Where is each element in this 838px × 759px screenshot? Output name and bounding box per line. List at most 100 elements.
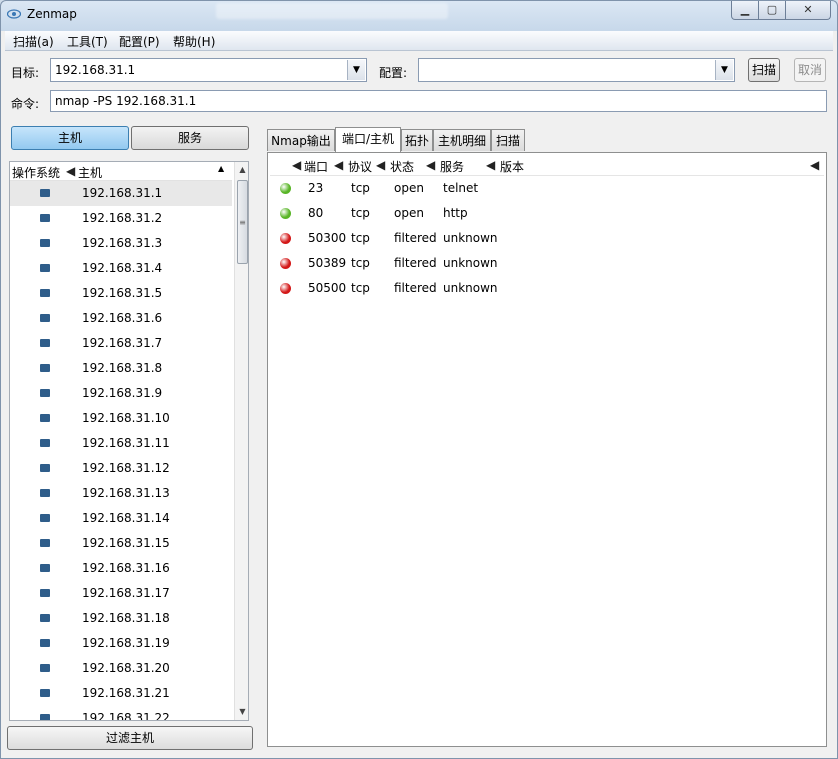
menu-scan[interactable]: 扫描(a) xyxy=(9,33,58,50)
port-port: 80 xyxy=(308,206,324,220)
column-os[interactable]: 操作系统 xyxy=(12,164,60,181)
tab-ports-hosts[interactable]: 端口/主机 xyxy=(335,127,401,153)
host-row[interactable]: 192.168.31.2 xyxy=(10,206,232,231)
host-row[interactable]: 192.168.31.16 xyxy=(10,556,232,581)
profile-combo[interactable]: ▼ xyxy=(418,58,735,82)
filter-hosts-button[interactable]: 过滤主机 xyxy=(7,726,253,750)
port-row[interactable]: 23 tcp open telnet xyxy=(268,177,824,202)
os-unknown-icon xyxy=(40,714,50,720)
menu-profile[interactable]: 配置(P) xyxy=(115,33,164,50)
command-input[interactable]: nmap -PS 192.168.31.1 xyxy=(50,90,827,112)
port-protocol: tcp xyxy=(351,181,370,195)
column-service[interactable]: 服务 xyxy=(440,158,464,175)
tab-topology[interactable]: 拓扑 xyxy=(401,129,433,151)
command-label: 命令: xyxy=(11,97,40,111)
column-state[interactable]: 状态 xyxy=(390,158,414,175)
host-row[interactable]: 192.168.31.20 xyxy=(10,656,232,681)
os-unknown-icon xyxy=(40,289,50,297)
host-ip: 192.168.31.10 xyxy=(82,411,170,425)
host-row[interactable]: 192.168.31.3 xyxy=(10,231,232,256)
port-service: unknown xyxy=(443,281,498,295)
host-row[interactable]: 192.168.31.12 xyxy=(10,456,232,481)
scroll-up-icon[interactable]: ▲ xyxy=(235,162,248,178)
scroll-thumb[interactable]: ≡ xyxy=(237,180,248,264)
host-ip: 192.168.31.11 xyxy=(82,436,170,450)
port-row[interactable]: 80 tcp open http xyxy=(268,202,824,227)
cancel-button[interactable]: 取消 xyxy=(794,58,826,82)
window-title: Zenmap xyxy=(27,7,77,21)
column-port[interactable]: 端口 xyxy=(304,158,328,175)
host-ip: 192.168.31.18 xyxy=(82,611,170,625)
os-unknown-icon xyxy=(40,239,50,247)
title-bar[interactable]: Zenmap ▁ ▢ ✕ xyxy=(1,1,837,29)
host-row[interactable]: 192.168.31.17 xyxy=(10,581,232,606)
host-ip: 192.168.31.12 xyxy=(82,461,170,475)
host-row[interactable]: 192.168.31.15 xyxy=(10,531,232,556)
port-protocol: tcp xyxy=(351,206,370,220)
host-ip: 192.168.31.16 xyxy=(82,561,170,575)
host-list-scrollbar[interactable]: ▲ ≡ ▼ xyxy=(234,162,248,720)
scroll-down-icon[interactable]: ▼ xyxy=(235,704,248,720)
port-row[interactable]: 50500 tcp filtered unknown xyxy=(268,277,824,302)
host-list-header: 操作系统 ◀ 主机 ▲ xyxy=(10,162,232,181)
host-ip: 192.168.31.17 xyxy=(82,586,170,600)
host-row[interactable]: 192.168.31.4 xyxy=(10,256,232,281)
sort-left-icon: ◀ xyxy=(810,158,820,172)
menu-tools[interactable]: 工具(T) xyxy=(63,33,112,50)
scan-button[interactable]: 扫描 xyxy=(748,58,780,82)
host-row[interactable]: 192.168.31.6 xyxy=(10,306,232,331)
column-protocol[interactable]: 协议 xyxy=(348,158,372,175)
host-row[interactable]: 192.168.31.8 xyxy=(10,356,232,381)
host-row[interactable]: 192.168.31.22 xyxy=(10,706,232,720)
host-row[interactable]: 192.168.31.13 xyxy=(10,481,232,506)
host-row[interactable]: 192.168.31.7 xyxy=(10,331,232,356)
menu-bar: 扫描(a) 工具(T) 配置(P) 帮助(H) xyxy=(5,31,833,51)
tab-host-details[interactable]: 主机明细 xyxy=(433,129,491,151)
port-port: 50300 xyxy=(308,231,347,245)
maximize-button[interactable]: ▢ xyxy=(758,1,786,20)
host-ip: 192.168.31.2 xyxy=(82,211,163,225)
host-ip: 192.168.31.7 xyxy=(82,336,163,350)
target-value[interactable]: 192.168.31.1 xyxy=(55,63,135,77)
sort-left-icon: ◀ xyxy=(376,158,386,172)
hosts-toggle[interactable]: 主机 xyxy=(11,126,129,150)
port-service: telnet xyxy=(443,181,479,195)
host-row[interactable]: 192.168.31.9 xyxy=(10,381,232,406)
host-ip: 192.168.31.19 xyxy=(82,636,170,650)
port-row[interactable]: 50389 tcp filtered unknown xyxy=(268,252,824,277)
host-row[interactable]: 192.168.31.21 xyxy=(10,681,232,706)
column-host[interactable]: 主机 xyxy=(78,164,102,181)
sort-left-icon: ◀ xyxy=(486,158,496,172)
port-row[interactable]: 50300 tcp filtered unknown xyxy=(268,227,824,252)
host-row[interactable]: 192.168.31.5 xyxy=(10,281,232,306)
host-row[interactable]: 192.168.31.19 xyxy=(10,631,232,656)
host-row[interactable]: 192.168.31.10 xyxy=(10,406,232,431)
sort-left-icon: ◀ xyxy=(66,164,76,178)
host-row[interactable]: 192.168.31.1 xyxy=(10,181,232,206)
chevron-down-icon[interactable]: ▼ xyxy=(715,60,733,80)
os-unknown-icon xyxy=(40,514,50,522)
host-row[interactable]: 192.168.31.14 xyxy=(10,506,232,531)
minimize-button[interactable]: ▁ xyxy=(731,1,759,20)
port-state: open xyxy=(394,181,424,195)
tab-nmap-output[interactable]: Nmap输出 xyxy=(267,129,335,151)
host-row[interactable]: 192.168.31.18 xyxy=(10,606,232,631)
port-state: open xyxy=(394,206,424,220)
os-unknown-icon xyxy=(40,639,50,647)
os-unknown-icon xyxy=(40,214,50,222)
tab-scans[interactable]: 扫描 xyxy=(491,129,525,151)
host-ip: 192.168.31.20 xyxy=(82,661,170,675)
host-row[interactable]: 192.168.31.11 xyxy=(10,431,232,456)
services-toggle[interactable]: 服务 xyxy=(131,126,249,150)
close-button[interactable]: ✕ xyxy=(785,1,831,20)
os-unknown-icon xyxy=(40,589,50,597)
host-ip: 192.168.31.4 xyxy=(82,261,163,275)
target-combo[interactable]: 192.168.31.1 ▼ xyxy=(50,58,367,82)
host-ip: 192.168.31.6 xyxy=(82,311,163,325)
column-version[interactable]: 版本 xyxy=(500,158,524,175)
port-port: 23 xyxy=(308,181,324,195)
chevron-down-icon[interactable]: ▼ xyxy=(347,60,365,80)
os-unknown-icon xyxy=(40,414,50,422)
os-unknown-icon xyxy=(40,489,50,497)
menu-help[interactable]: 帮助(H) xyxy=(169,33,219,50)
